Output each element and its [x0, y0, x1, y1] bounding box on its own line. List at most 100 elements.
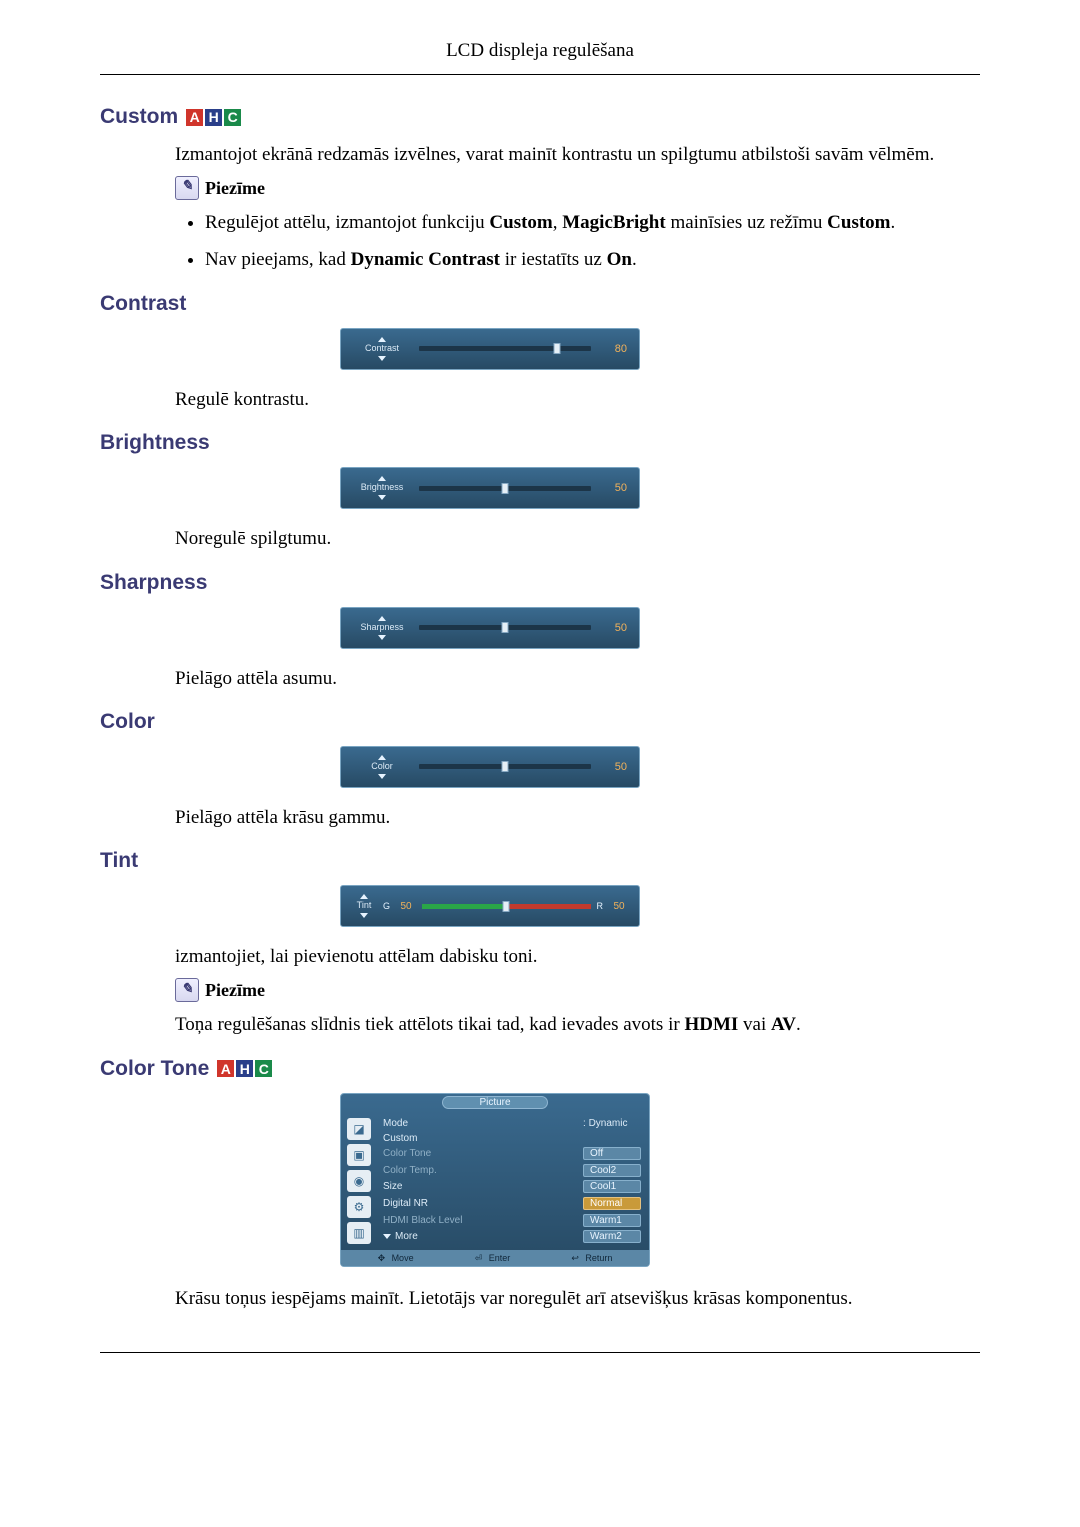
osd-footer-move: ✥Move	[378, 1253, 414, 1263]
t: ,	[553, 212, 563, 233]
arrow-up-icon	[360, 894, 368, 899]
osd-picture-menu: Picture ◪ ▣ ◉ ⚙ ▥ Mode Dynamic Custom Color…	[340, 1093, 650, 1267]
osd-sharpness-value: 50	[599, 622, 627, 634]
arrow-up-icon	[378, 616, 386, 621]
osd-menu-item[interactable]: Custom	[383, 1133, 577, 1144]
osd-menu-footer: ✥Move ⏎ Enter ↩ Return	[341, 1250, 649, 1266]
t: MagicBright	[562, 212, 665, 233]
osd-brightness-label-col: Brightness	[353, 476, 411, 500]
osd-footer-enter: ⏎ Enter	[475, 1253, 511, 1263]
badge-h-icon: H	[205, 109, 222, 126]
tint-note-text: Toņa regulēšanas slīdnis tiek attēlots t…	[175, 1011, 980, 1039]
arrow-up-icon	[378, 476, 386, 481]
osd-brightness-label: Brightness	[361, 483, 404, 493]
osd-menu-item-value[interactable]: Normal	[583, 1197, 641, 1210]
arrow-down-icon	[378, 356, 386, 361]
osd-menu-item[interactable]: Digital NR	[383, 1198, 577, 1209]
osd-tint-panel: Tint G 50 R 50	[340, 885, 640, 927]
osd-contrast-label-col: Contrast	[353, 337, 411, 361]
t: On	[607, 249, 632, 270]
osd-tint-g-label: G	[383, 901, 390, 911]
custom-bullets: Regulējot attēlu, izmantojot funkciju Cu…	[175, 209, 980, 274]
osd-menu-iconbar: ◪ ▣ ◉ ⚙ ▥	[341, 1112, 377, 1250]
section-brightness-title-text: Brightness	[100, 431, 210, 455]
header-rule	[100, 74, 980, 75]
menu-picture-icon[interactable]: ▣	[347, 1144, 371, 1166]
osd-menu-item-value[interactable]: Cool2	[583, 1164, 641, 1177]
osd-contrast-label: Contrast	[365, 344, 399, 354]
osd-menu-header: Picture	[341, 1094, 649, 1112]
osd-menu-item-value[interactable]: Warm2	[583, 1230, 641, 1243]
section-colortone-title: Color Tone A H C	[100, 1057, 980, 1081]
menu-sound-icon[interactable]: ◉	[347, 1170, 371, 1192]
t: .	[796, 1014, 801, 1035]
osd-menu-item-more[interactable]: More	[383, 1231, 577, 1242]
osd-tint-slider[interactable]	[422, 904, 590, 909]
custom-bullet-1: Regulējot attēlu, izmantojot funkciju Cu…	[205, 209, 980, 237]
osd-brightness-value: 50	[599, 482, 627, 494]
enter-icon: ⏎	[475, 1253, 485, 1263]
badges-custom: A H C	[186, 109, 241, 126]
t: .	[632, 249, 637, 270]
menu-input-icon[interactable]: ◪	[347, 1118, 371, 1140]
custom-note-label: Piezīme	[205, 175, 265, 201]
badges-colortone: A H C	[217, 1060, 272, 1077]
arrow-down-icon	[378, 495, 386, 500]
osd-color-label-col: Color	[353, 755, 411, 779]
t: Custom	[489, 212, 552, 233]
color-desc: Pielāgo attēla krāsu gammu.	[175, 804, 980, 832]
osd-tint-label-col: Tint	[351, 894, 377, 918]
note-icon: ✎	[175, 176, 199, 200]
badge-a-icon: A	[186, 109, 203, 126]
osd-sharpness-slider[interactable]	[419, 625, 591, 630]
arrow-down-icon	[378, 774, 386, 779]
osd-contrast-panel: Contrast 80	[340, 328, 640, 370]
section-custom-title-text: Custom	[100, 105, 178, 129]
osd-menu-item-value[interactable]: Cool1	[583, 1180, 641, 1193]
osd-menu-item-value: Dynamic	[583, 1118, 641, 1129]
chevron-down-icon	[383, 1234, 391, 1239]
arrow-down-icon	[378, 635, 386, 640]
osd-menu-item[interactable]: Mode	[383, 1118, 577, 1129]
arrow-up-icon	[378, 337, 386, 342]
badge-c-icon: C	[224, 109, 241, 126]
t: vai	[738, 1014, 771, 1035]
osd-menu-item[interactable]: Size	[383, 1181, 577, 1192]
osd-menu-item[interactable]: Color Tone	[383, 1148, 577, 1159]
osd-menu-item[interactable]: HDMI Black Level	[383, 1215, 577, 1226]
t: Toņa regulēšanas slīdnis tiek attēlots t…	[175, 1014, 684, 1035]
osd-brightness-slider[interactable]	[419, 486, 591, 491]
badge-c-icon: C	[255, 1060, 272, 1077]
section-tint-title-text: Tint	[100, 849, 138, 873]
arrow-down-icon	[360, 913, 368, 918]
osd-menu-item-value[interactable]: Warm1	[583, 1214, 641, 1227]
osd-color-panel: Color 50	[340, 746, 640, 788]
section-sharpness-title-text: Sharpness	[100, 571, 207, 595]
osd-menu-item[interactable]: Color Temp.	[383, 1165, 577, 1176]
badge-a-icon: A	[217, 1060, 234, 1077]
osd-menu-list: Mode Dynamic Custom Color Tone Off Color Temp…	[377, 1112, 649, 1250]
section-color-title-text: Color	[100, 710, 155, 734]
t: .	[891, 212, 896, 233]
return-icon: ↩	[571, 1253, 581, 1263]
menu-multi-icon[interactable]: ▥	[347, 1222, 371, 1244]
t: Return	[585, 1253, 612, 1263]
osd-color-slider[interactable]	[419, 764, 591, 769]
t: Dynamic Contrast	[351, 249, 500, 270]
t: Nav pieejams, kad	[205, 249, 351, 270]
t: Custom	[827, 212, 890, 233]
contrast-desc: Regulē kontrastu.	[175, 386, 980, 414]
osd-color-value: 50	[599, 761, 627, 773]
osd-menu-item-value[interactable]: Off	[583, 1147, 641, 1160]
colortone-desc: Krāsu toņus iespējams mainīt. Lietotājs …	[175, 1285, 980, 1313]
osd-menu-title: Picture	[442, 1096, 547, 1109]
t: Enter	[489, 1253, 511, 1263]
osd-brightness-panel: Brightness 50	[340, 467, 640, 509]
brightness-desc: Noregulē spilgtumu.	[175, 525, 980, 553]
section-sharpness-title: Sharpness	[100, 571, 980, 595]
t: HDMI	[684, 1014, 738, 1035]
osd-contrast-slider[interactable]	[419, 346, 591, 351]
osd-sharpness-label-col: Sharpness	[353, 616, 411, 640]
menu-setup-icon[interactable]: ⚙	[347, 1196, 371, 1218]
osd-tint-label: Tint	[357, 901, 372, 911]
